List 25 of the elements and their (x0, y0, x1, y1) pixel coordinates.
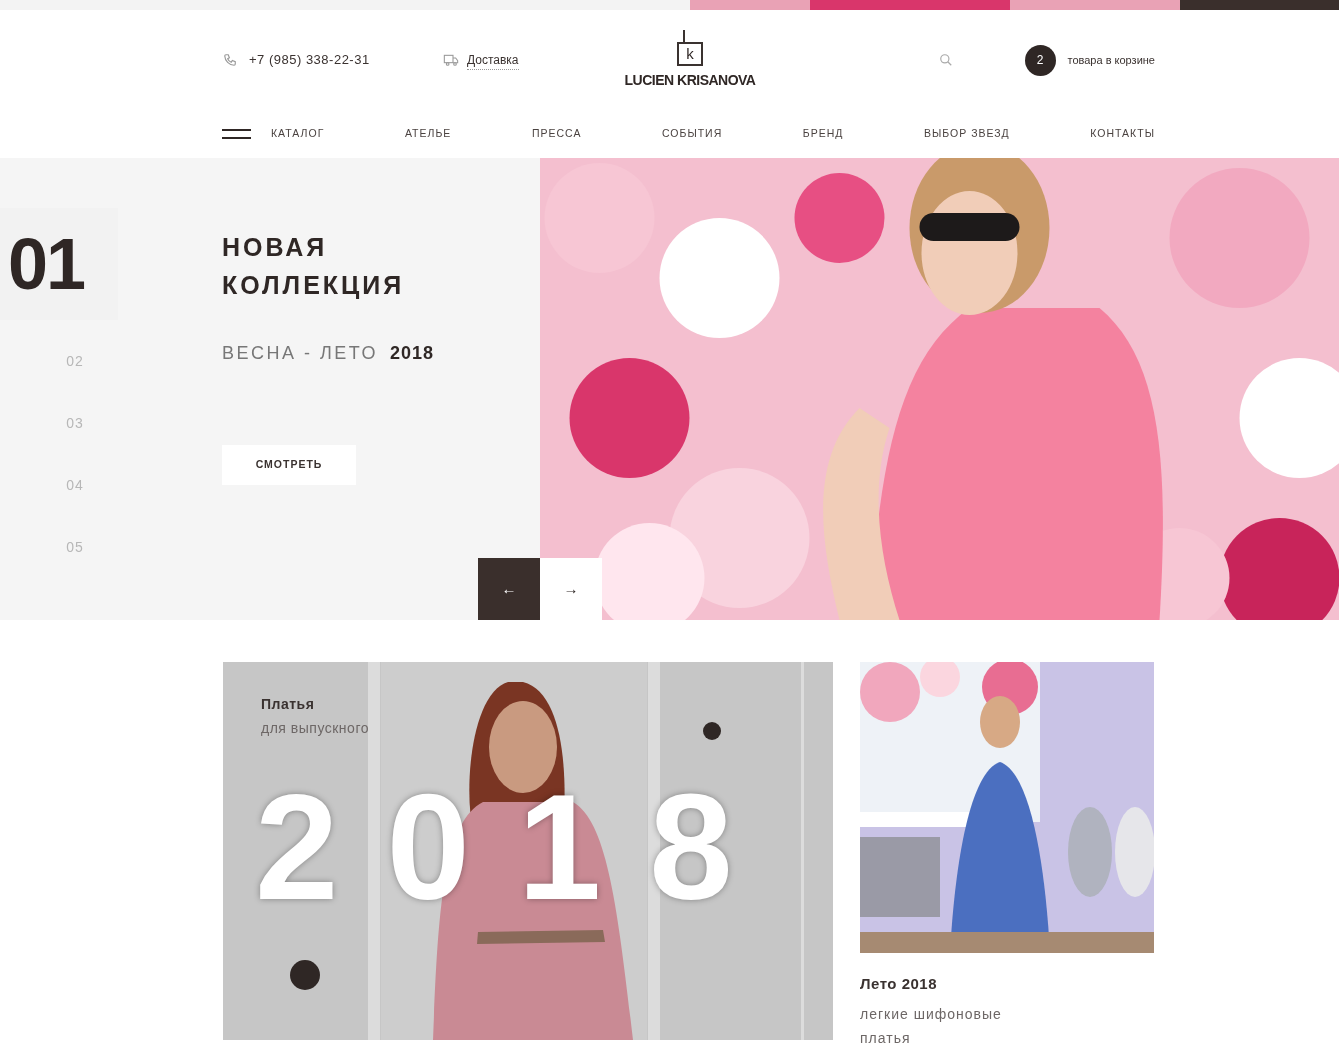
card-subtitle: легкие шифоновые платья (860, 1004, 1003, 1048)
dot-icon (290, 960, 320, 990)
view-button[interactable]: СМОТРЕТЬ (222, 445, 356, 485)
brand-logo[interactable]: k LUCIEN KRISANOVA (620, 29, 760, 91)
hero-season: ВЕСНА - ЛЕТО (222, 342, 379, 365)
card-title: Платья (261, 695, 316, 714)
card-title: Лето 2018 (860, 974, 939, 994)
cart-label[interactable]: товара в корзине (1067, 51, 1155, 69)
phone-icon (223, 53, 237, 67)
phone-number[interactable]: +7 (985) 338-22-31 (249, 50, 370, 70)
catalog-menu[interactable]: КАТАЛОГ (222, 126, 325, 142)
nav-link[interactable]: АТЕЛЬЕ (404, 126, 452, 142)
hero-year: 2018 (390, 342, 435, 365)
nav-link[interactable]: ПРЕССА (531, 126, 582, 142)
nav-link[interactable]: СОБЫТИЯ (661, 126, 723, 142)
cart-count[interactable]: 2 (1024, 44, 1056, 76)
menu-icon[interactable] (222, 129, 251, 139)
truck-icon (443, 53, 459, 67)
card-subtitle: для выпускного (261, 719, 369, 738)
nav-link[interactable]: КОНТАКТЫ (1090, 126, 1155, 142)
hero-title: НОВАЯ КОЛЛЕКЦИЯ (222, 232, 406, 301)
nav-link[interactable]: ВЫБОР ЗВЕЗД (923, 126, 1010, 142)
nav-link[interactable]: БРЕНД (802, 126, 844, 142)
delivery-link[interactable]: Доставка (467, 50, 519, 70)
dot-icon (703, 722, 721, 740)
